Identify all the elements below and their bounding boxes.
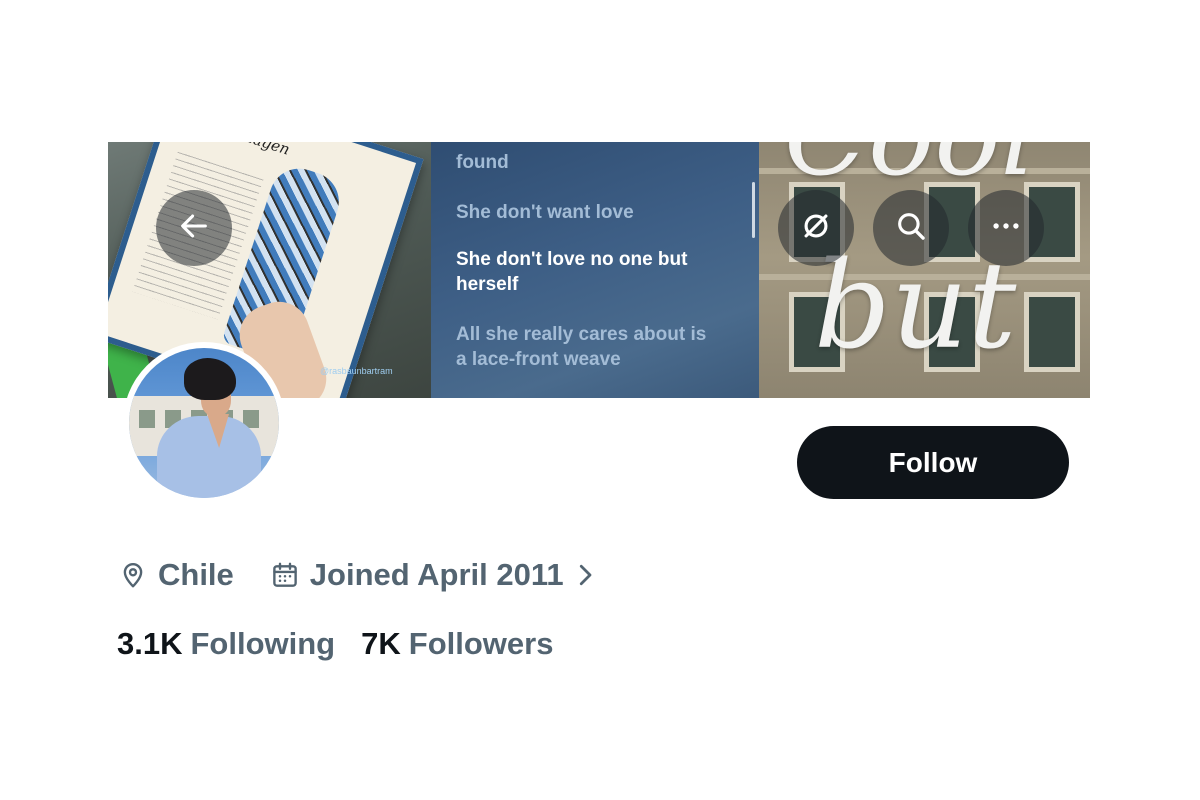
location-text: Chile	[158, 557, 234, 592]
following-count: 3.1K	[117, 626, 183, 661]
arrow-left-icon	[177, 209, 211, 248]
avatar-photo	[129, 348, 279, 498]
more-dots-icon	[989, 209, 1023, 248]
calendar-icon	[270, 560, 300, 590]
chevron-right-icon	[574, 560, 596, 590]
lyric-line: found	[456, 152, 509, 173]
banner-script-text: Copenhagen	[196, 142, 292, 159]
lyric-line-highlighted: She don't love no one but herself	[456, 249, 688, 295]
avatar-shirt	[157, 416, 261, 498]
following-link[interactable]: 3.1K Following	[117, 626, 335, 662]
followers-count: 7K	[361, 626, 401, 661]
more-button[interactable]	[968, 190, 1044, 266]
location: Chile	[118, 557, 234, 593]
search-icon	[894, 209, 928, 248]
banner-credit: @rasbaunbartram	[320, 366, 393, 376]
follow-button[interactable]: Follow	[797, 426, 1069, 499]
followers-link[interactable]: 7K Followers	[361, 626, 553, 662]
lyric-line: All she really cares about is a lace-fro…	[456, 324, 707, 370]
lyric-scrollbar	[752, 182, 755, 238]
grok-button[interactable]	[778, 190, 854, 266]
profile-page: Copenhagen @rasbaunbartram found She don…	[0, 0, 1200, 800]
back-button[interactable]	[156, 190, 232, 266]
building-window	[1024, 292, 1080, 372]
profile-meta: Chile Joined April 2011	[118, 554, 596, 596]
profile-stats: 3.1K Following 7K Followers	[117, 624, 553, 664]
grok-slash-icon	[799, 209, 833, 248]
avatar-hair	[184, 358, 236, 400]
search-button[interactable]	[873, 190, 949, 266]
following-label: Following	[190, 626, 336, 661]
banner-panel-lyrics: found She don't want love She don't love…	[431, 142, 759, 398]
location-pin-icon	[118, 560, 148, 590]
followers-label: Followers	[408, 626, 554, 661]
banner-panel-building: Cool but	[759, 142, 1090, 398]
join-date-text: Joined April 2011	[309, 557, 564, 592]
avatar[interactable]	[123, 342, 285, 504]
lyric-line: She don't want love	[456, 202, 634, 223]
join-date[interactable]: Joined April 2011	[270, 557, 596, 593]
